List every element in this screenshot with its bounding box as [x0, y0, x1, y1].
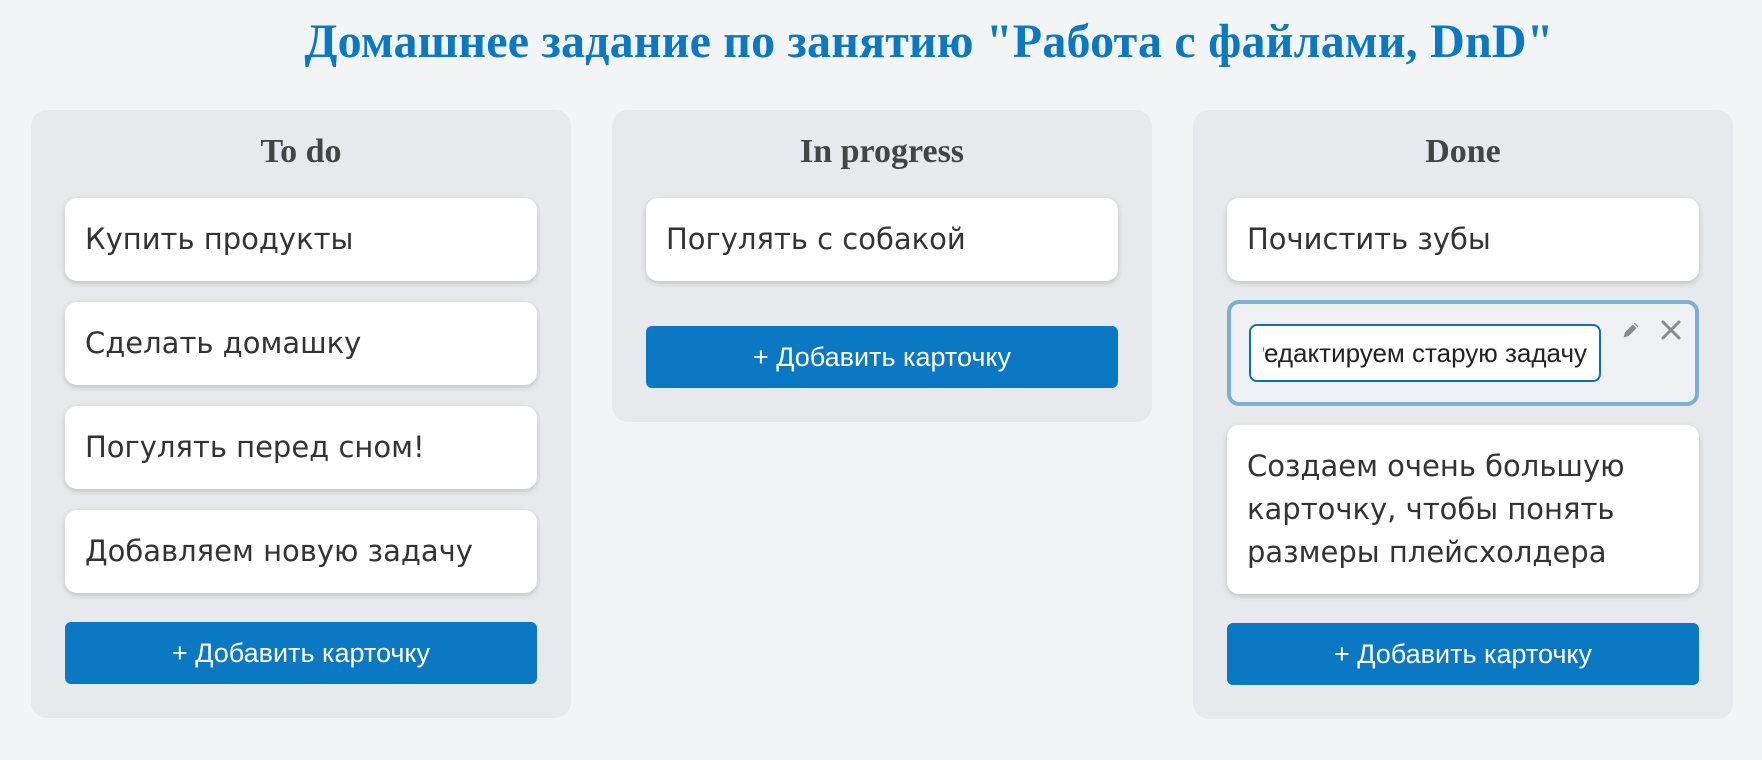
column-todo: To do Купить продукты Сделать домашку По…	[31, 110, 571, 718]
add-card-button[interactable]: + Добавить карточку	[646, 326, 1118, 388]
task-card[interactable]: Погулять с собакой	[646, 198, 1118, 281]
card-list: Погулять с собакой	[646, 198, 1118, 281]
column-done: Done Почистить зубы Редактируем старую з…	[1193, 110, 1733, 719]
task-card[interactable]: Почистить зубы	[1227, 198, 1699, 281]
add-card-button[interactable]: + Добавить карточку	[65, 622, 537, 684]
card-actions	[1619, 318, 1683, 342]
page-title: Домашнее задание по занятию "Работа с фа…	[304, 15, 1554, 68]
task-card[interactable]: Сделать домашку	[65, 302, 537, 385]
card-edit-input[interactable]	[1249, 324, 1601, 382]
column-title: In progress	[799, 133, 965, 170]
card-list: Купить продукты Сделать домашку Погулять…	[65, 198, 537, 593]
task-card-editing[interactable]	[1227, 300, 1699, 406]
column-title: Done	[1425, 133, 1501, 170]
task-card[interactable]: Создаем очень большую карточку, чтобы по…	[1227, 425, 1699, 594]
task-card[interactable]: Добавляем новую задачу	[65, 510, 537, 593]
column-title: To do	[260, 133, 342, 170]
close-icon[interactable]	[1659, 318, 1683, 342]
add-card-button[interactable]: + Добавить карточку	[1227, 623, 1699, 685]
task-card[interactable]: Погулять перед сном!	[65, 406, 537, 489]
column-in-progress: In progress Погулять с собакой + Добавит…	[612, 110, 1152, 422]
pencil-icon[interactable]	[1619, 318, 1643, 342]
task-card[interactable]: Купить продукты	[65, 198, 537, 281]
card-list: Почистить зубы Редактируем старую задачу…	[1227, 198, 1699, 594]
kanban-board: To do Купить продукты Сделать домашку По…	[31, 110, 1733, 719]
